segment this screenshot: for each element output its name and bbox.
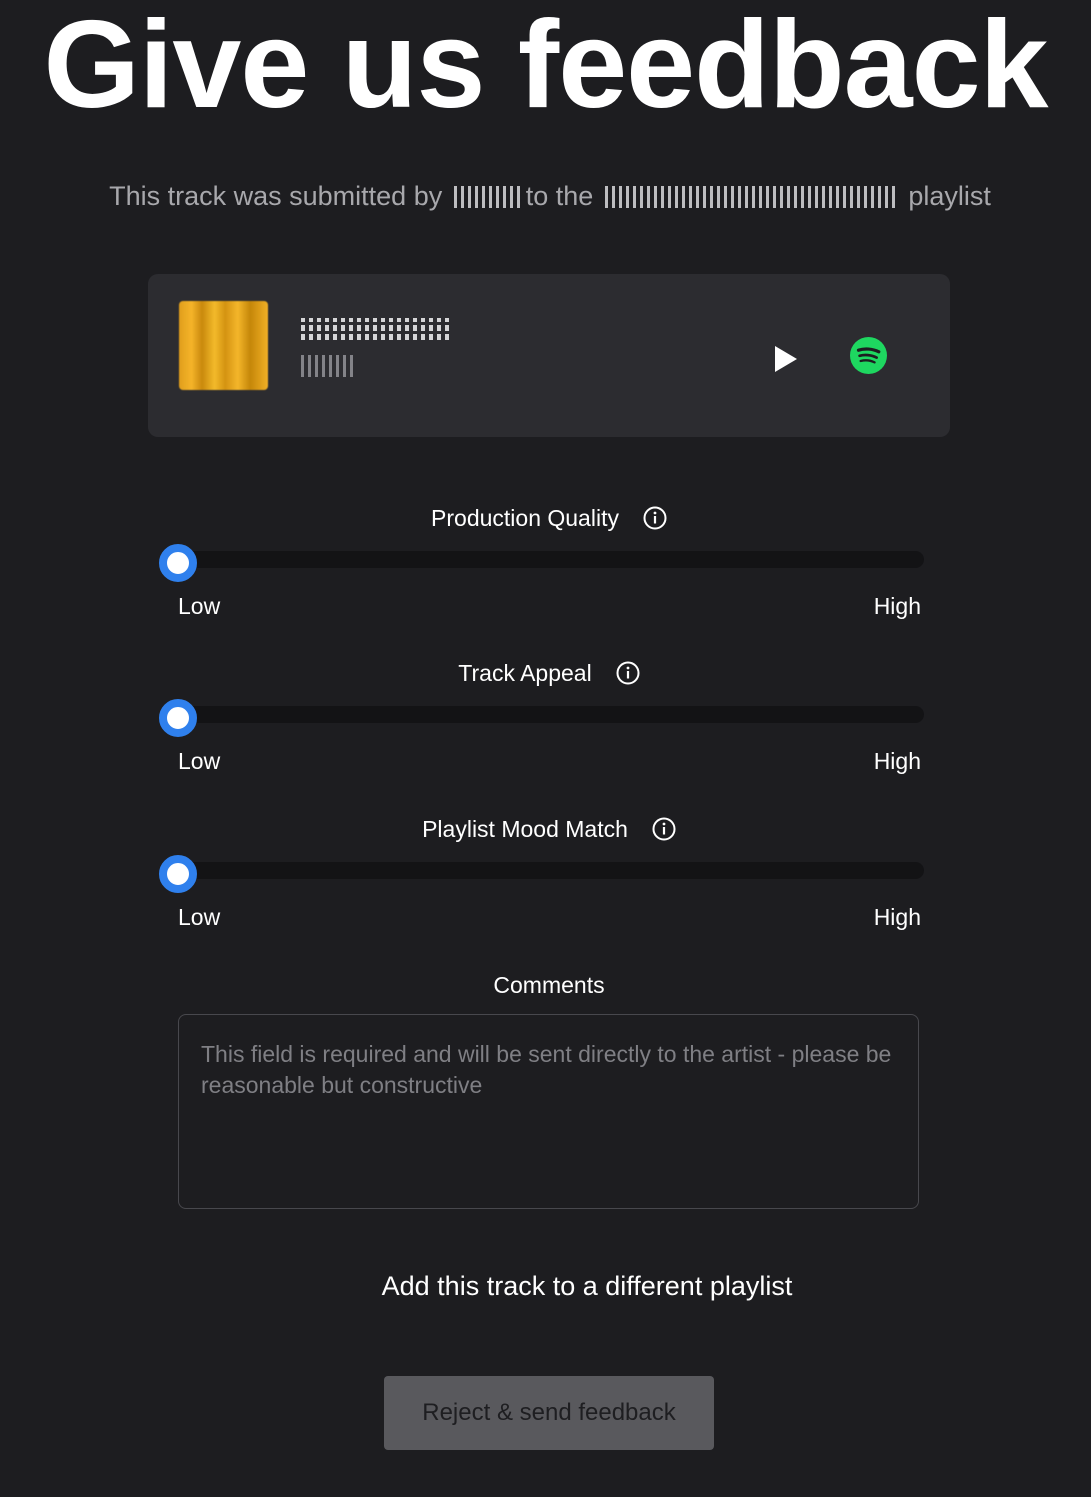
submission-middle: to the: [525, 181, 594, 211]
slider-track[interactable]: [168, 862, 924, 879]
info-icon[interactable]: [652, 817, 676, 841]
feedback-page: Give us feedback This track was submitte…: [0, 0, 1091, 1497]
slider-low-label: Low: [178, 593, 221, 619]
submission-prefix: This track was submitted by: [109, 181, 443, 211]
redacted-playlist-name: [604, 186, 897, 208]
slider-thumb[interactable]: [159, 544, 197, 582]
play-button[interactable]: [770, 344, 800, 374]
track-name-redacted: [301, 318, 451, 340]
slider-thumb[interactable]: [159, 699, 197, 737]
slider-thumb[interactable]: [159, 855, 197, 893]
play-icon: [775, 346, 797, 372]
slider-label-row: Production Quality: [148, 503, 950, 533]
slider-high-label: High: [873, 748, 921, 774]
submission-suffix: playlist: [908, 181, 991, 211]
comments-textarea[interactable]: [178, 1014, 919, 1209]
slider-label: Production Quality: [431, 505, 619, 531]
slider-label-row: Track Appeal: [148, 658, 950, 688]
info-icon[interactable]: [616, 661, 640, 685]
slider-low-label: Low: [178, 904, 221, 930]
comments-label: Comments: [493, 972, 605, 998]
slider-label: Playlist Mood Match: [422, 816, 628, 842]
info-icon[interactable]: [643, 506, 667, 530]
redacted-submitter-name: [453, 186, 522, 208]
add-to-different-playlist-link[interactable]: Add this track to a different playlist: [148, 1268, 1026, 1304]
album-cover: [179, 301, 268, 390]
slider-high-label: High: [873, 593, 921, 619]
slider-track[interactable]: [168, 706, 924, 723]
open-in-spotify-button[interactable]: [850, 337, 887, 374]
slider-label: Track Appeal: [458, 660, 592, 686]
spotify-icon: [850, 337, 887, 374]
slider-low-label: Low: [178, 748, 221, 774]
submission-info: This track was submitted by to the playl…: [0, 176, 1091, 216]
slider-track[interactable]: [168, 551, 924, 568]
reject-send-feedback-button[interactable]: Reject & send feedback: [384, 1376, 714, 1450]
slider-label-row: Playlist Mood Match: [148, 814, 950, 844]
slider-high-label: High: [873, 904, 921, 930]
track-artist-redacted: [301, 355, 357, 377]
track-card: [148, 274, 950, 437]
page-title: Give us feedback: [43, 0, 1048, 134]
